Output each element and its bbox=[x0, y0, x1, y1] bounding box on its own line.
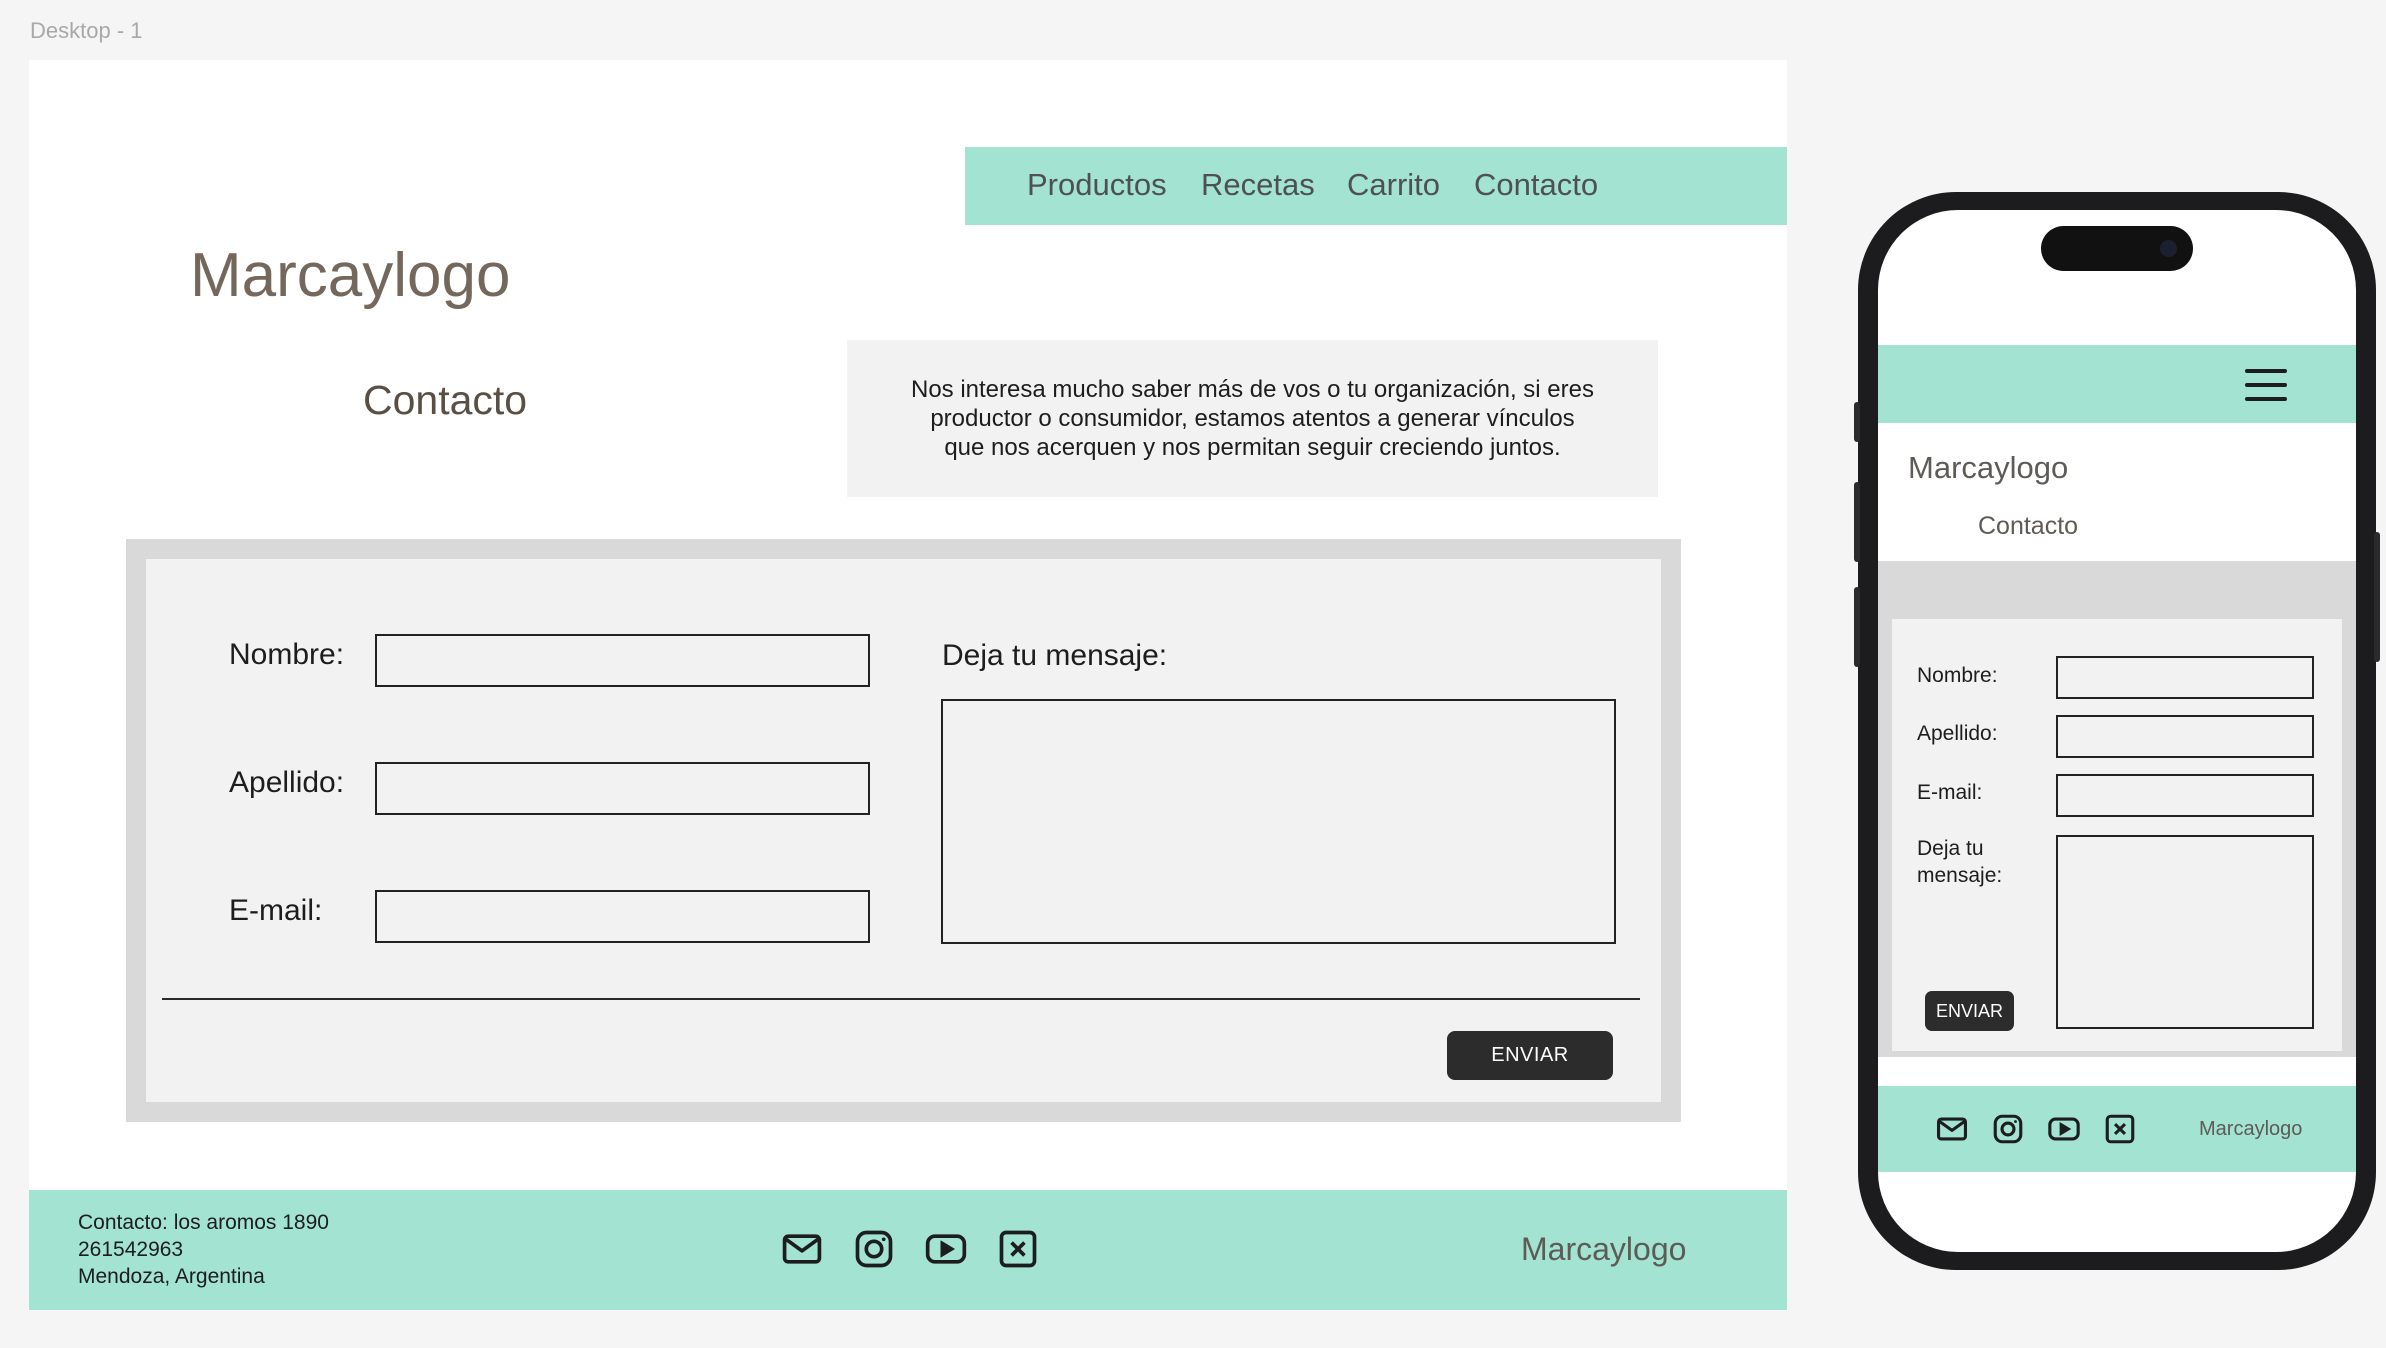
footer-contact-info: Contacto: los aromos 1890 261542963 Mend… bbox=[78, 1209, 329, 1290]
instagram-icon[interactable] bbox=[1990, 1111, 2025, 1146]
top-nav: Productos Recetas Carrito Contacto bbox=[965, 147, 1787, 225]
social-icons bbox=[779, 1226, 1041, 1272]
mobile-name-input[interactable] bbox=[2056, 656, 2314, 699]
lastname-label: Apellido: bbox=[229, 766, 345, 799]
message-label: Deja tu mensaje: bbox=[942, 639, 1168, 672]
send-button[interactable]: ENVIAR bbox=[1447, 1031, 1613, 1080]
mobile-brand-logo[interactable]: Marcaylogo bbox=[1908, 450, 2068, 486]
nav-item-productos[interactable]: Productos bbox=[1027, 167, 1167, 203]
name-label: Nombre: bbox=[229, 638, 345, 671]
mobile-footer-brand[interactable]: Marcaylogo bbox=[2199, 1118, 2302, 1141]
email-label: E-mail: bbox=[229, 894, 323, 927]
mobile-nav bbox=[1878, 345, 2356, 423]
mobile-message-textarea[interactable] bbox=[2056, 835, 2314, 1029]
footer-address: Contacto: los aromos 1890 bbox=[78, 1211, 329, 1234]
mobile-page-title: Contacto bbox=[1978, 512, 2079, 540]
intro-text-box: Nos interesa mucho saber más de vos o tu… bbox=[847, 340, 1658, 497]
mobile-contact-form: Nombre: Apellido: E-mail: Deja tu mensaj… bbox=[1892, 619, 2342, 1051]
mobile-name-label: Nombre: bbox=[1917, 664, 1998, 687]
nav-item-contacto[interactable]: Contacto bbox=[1474, 167, 1598, 203]
lastname-input[interactable] bbox=[375, 762, 870, 815]
desktop-artboard: Productos Recetas Carrito Contacto Marca… bbox=[29, 60, 1787, 1310]
hamburger-menu-icon[interactable] bbox=[2245, 369, 2287, 401]
youtube-icon[interactable] bbox=[2046, 1111, 2081, 1146]
x-icon[interactable] bbox=[2102, 1111, 2137, 1146]
nav-item-recetas[interactable]: Recetas bbox=[1201, 167, 1315, 203]
x-icon[interactable] bbox=[995, 1226, 1041, 1272]
name-input[interactable] bbox=[375, 634, 870, 687]
frame-label: Desktop - 1 bbox=[30, 18, 143, 43]
youtube-icon[interactable] bbox=[923, 1226, 969, 1272]
phone-screen: Marcaylogo Contacto Nombre: Apellido: E-… bbox=[1878, 210, 2356, 1252]
phone-volume-down bbox=[1854, 587, 1860, 667]
phone-volume-up bbox=[1854, 482, 1860, 562]
contact-form-frame: Nombre: Apellido: E-mail: Deja tu mensaj… bbox=[126, 539, 1681, 1122]
mobile-message-label: Deja tu mensaje: bbox=[1917, 837, 2003, 887]
contact-form: Nombre: Apellido: E-mail: Deja tu mensaj… bbox=[146, 559, 1661, 1102]
nav-item-carrito[interactable]: Carrito bbox=[1347, 167, 1440, 203]
footer-city: Mendoza, Argentina bbox=[78, 1265, 265, 1288]
mobile-footer: Marcaylogo bbox=[1878, 1086, 2356, 1172]
phone-power-button bbox=[2374, 532, 2380, 662]
footer-brand[interactable]: Marcaylogo bbox=[1521, 1231, 1686, 1268]
camera-icon bbox=[2160, 240, 2177, 257]
mobile-email-label: E-mail: bbox=[1917, 781, 1983, 804]
mobile-social-icons bbox=[1934, 1111, 2137, 1146]
instagram-icon[interactable] bbox=[851, 1226, 897, 1272]
footer-phone: 261542963 bbox=[78, 1238, 184, 1261]
mobile-email-input[interactable] bbox=[2056, 774, 2314, 817]
intro-text: Nos interesa mucho saber más de vos o tu… bbox=[910, 376, 1594, 461]
phone-side-button bbox=[1854, 402, 1860, 442]
dynamic-island bbox=[2041, 226, 2193, 271]
mail-icon[interactable] bbox=[1934, 1111, 1969, 1146]
form-divider bbox=[162, 998, 1640, 1000]
mail-icon[interactable] bbox=[779, 1226, 825, 1272]
mobile-lastname-label: Apellido: bbox=[1917, 722, 1998, 745]
phone-mockup: Marcaylogo Contacto Nombre: Apellido: E-… bbox=[1854, 192, 2380, 1270]
email-input[interactable] bbox=[375, 890, 870, 943]
mobile-lastname-input[interactable] bbox=[2056, 715, 2314, 758]
page-title: Contacto bbox=[363, 377, 528, 423]
message-textarea[interactable] bbox=[941, 699, 1616, 944]
mobile-form-frame: Nombre: Apellido: E-mail: Deja tu mensaj… bbox=[1878, 561, 2356, 1057]
footer: Contacto: los aromos 1890 261542963 Mend… bbox=[29, 1190, 1787, 1310]
mobile-send-button[interactable]: ENVIAR bbox=[1925, 991, 2014, 1031]
brand-logo[interactable]: Marcaylogo bbox=[190, 240, 510, 311]
